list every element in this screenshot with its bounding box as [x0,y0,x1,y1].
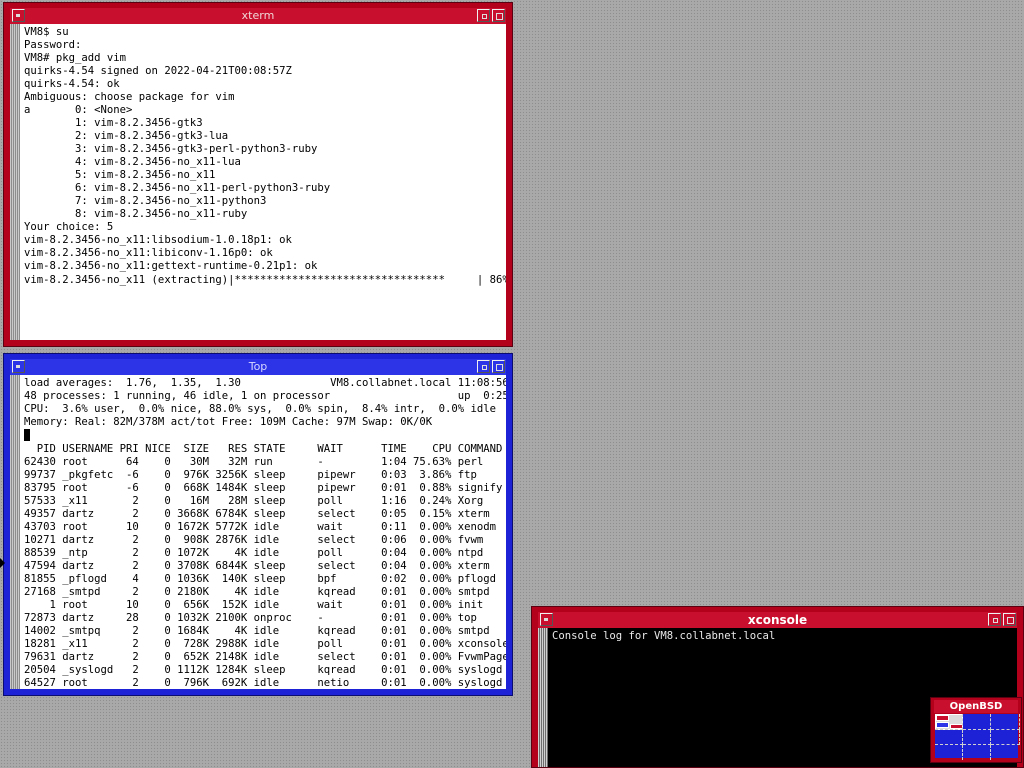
top-output[interactable]: load averages: 1.76, 1.35, 1.30 VM8.coll… [22,375,506,689]
terminal-line: Password: [24,39,82,51]
terminal-line: Ambiguous: choose package for vim [24,91,235,103]
top-summary-line: 48 processes: 1 running, 46 idle, 1 on p… [24,390,506,402]
terminal-line: vim-8.2.3456-no_x11 (extracting)|*******… [24,274,506,286]
table-row: 14002 _smtpq 2 0 1684K 4K idle kqread 0:… [24,625,490,637]
top-window[interactable]: Top load averages: 1.76, 1.35, 1.30 VM8.… [3,353,513,696]
terminal-line: 5: vim-8.2.3456-no_x11 [24,169,216,181]
terminal-line: VM8# pkg_add vim [24,52,127,64]
xterm-titlebar[interactable]: xterm [10,8,506,24]
table-row: 64527 root 2 0 796K 692K idle netio 0:01… [24,677,503,689]
table-row: 62430 root 64 0 30M 32M run - 1:04 75.63… [24,456,484,468]
terminal-line: vim-8.2.3456-no_x11:libsodium-1.0.18p1: … [24,234,292,246]
pager-page[interactable] [935,745,963,760]
terminal-line: 4: vim-8.2.3456-no_x11-lua [24,156,241,168]
pager-page[interactable] [991,714,1020,730]
table-row: 49357 dartz 2 0 3668K 6784K sleep select… [24,508,490,520]
pager-page[interactable] [991,730,1020,745]
terminal-line: quirks-4.54 signed on 2022-04-21T00:08:5… [24,65,292,77]
top-summary-line: load averages: 1.76, 1.35, 1.30 VM8.coll… [24,377,506,389]
window-title: xconsole [747,613,808,627]
table-row: 47594 dartz 2 0 3708K 6844K sleep select… [24,560,490,572]
table-row: 81855 _pflogd 4 0 1036K 140K sleep bpf 0… [24,573,496,585]
table-row: 99737 _pkgfetc -6 0 976K 3256K sleep pip… [24,469,477,481]
pager-page[interactable] [991,745,1020,760]
terminal-line: VM8$ su [24,26,69,38]
maximize-icon[interactable] [492,9,505,22]
pager-title: OpenBSD [934,700,1018,713]
table-row: 18281 _x11 2 0 728K 2988K idle poll 0:01… [24,638,506,650]
terminal-line: 2: vim-8.2.3456-gtk3-lua [24,130,229,142]
terminal-line: a 0: <None> [24,104,133,116]
xterm-content[interactable]: VM8$ su Password: VM8# pkg_add vim quirk… [10,24,506,340]
table-row: 27168 _smtpd 2 0 2180K 4K idle kqread 0:… [24,586,490,598]
scrollbar[interactable] [538,628,548,767]
table-row: 43703 root 10 0 1672K 5772K idle wait 0:… [24,521,496,533]
terminal-line: 7: vim-8.2.3456-no_x11-python3 [24,195,267,207]
window-title: xterm [241,9,275,22]
terminal-output[interactable]: VM8$ su Password: VM8# pkg_add vim quirk… [22,24,506,340]
xconsole-titlebar[interactable]: xconsole [538,612,1017,628]
pager-page[interactable] [963,730,991,745]
table-row: 20504 _syslogd 2 0 1112K 1284K sleep kqr… [24,664,503,676]
table-row: 57533 _x11 2 0 16M 28M sleep poll 1:16 0… [24,495,484,507]
maximize-icon[interactable] [1003,613,1016,626]
top-titlebar[interactable]: Top [10,359,506,375]
table-row: 72873 dartz 28 0 1032K 2100K onproc - 0:… [24,612,477,624]
process-table-header: PID USERNAME PRI NICE SIZE RES STATE WAI… [24,443,503,455]
text-cursor [24,429,30,441]
pager-page[interactable] [963,714,991,730]
terminal-line: quirks-4.54: ok [24,78,120,90]
terminal-line: vim-8.2.3456-no_x11:libiconv-1.16p0: ok [24,247,273,259]
table-row: 10271 dartz 2 0 908K 2876K idle select 0… [24,534,484,546]
table-row: 79631 dartz 2 0 652K 2148K idle select 0… [24,651,506,663]
terminal-line: Your choice: 5 [24,221,114,233]
terminal-line: 6: vim-8.2.3456-no_x11-perl-python3-ruby [24,182,331,194]
terminal-line: 1: vim-8.2.3456-gtk3 [24,117,203,129]
top-content[interactable]: load averages: 1.76, 1.35, 1.30 VM8.coll… [10,375,506,689]
top-summary-line: CPU: 3.6% user, 0.0% nice, 88.0% sys, 0.… [24,403,496,415]
pager-page[interactable] [963,745,991,760]
window-title: Top [248,360,268,373]
mouse-pointer-icon [0,558,5,568]
table-row: 88539 _ntp 2 0 1072K 4K idle poll 0:04 0… [24,547,484,559]
xterm-window[interactable]: xterm VM8$ su Password: VM8# pkg_add vim… [3,2,513,347]
scrollbar[interactable] [10,375,20,689]
scrollbar[interactable] [10,24,20,340]
maximize-icon[interactable] [492,360,505,373]
terminal-line: 3: vim-8.2.3456-gtk3-perl-python3-ruby [24,143,318,155]
terminal-line: 8: vim-8.2.3456-no_x11-ruby [24,208,248,220]
minimize-icon[interactable] [477,9,490,22]
table-row: 83795 root -6 0 668K 1484K sleep pipewr … [24,482,503,494]
console-line: Console log for VM8.collabnet.local [552,630,776,642]
minimize-icon[interactable] [988,613,1001,626]
table-row: 1 root 10 0 656K 152K idle wait 0:01 0.0… [24,599,484,611]
desktop-pager[interactable]: OpenBSD [930,697,1022,763]
top-summary-line: Memory: Real: 82M/378M act/tot Free: 109… [24,416,433,428]
pager-page[interactable] [935,714,963,730]
minimize-icon[interactable] [477,360,490,373]
pager-desk-grid[interactable] [935,714,1020,760]
terminal-line: vim-8.2.3456-no_x11:gettext-runtime-0.21… [24,260,318,272]
pager-page[interactable] [935,730,963,745]
